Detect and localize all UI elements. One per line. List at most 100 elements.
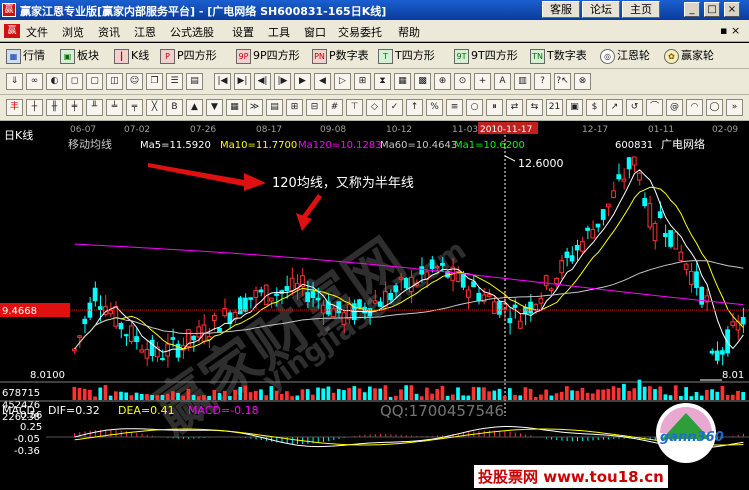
box-icon[interactable]: ▢ <box>86 73 103 90</box>
homepage-button[interactable]: 主页 <box>622 1 660 18</box>
toolbar-p-table-button[interactable]: PN P数字表 <box>312 47 369 65</box>
volume-bar <box>658 386 663 400</box>
menu-settings[interactable]: 设置 <box>232 24 254 40</box>
play-icon[interactable]: ▶ <box>294 73 311 90</box>
increase-icon[interactable]: ▲ <box>186 99 203 116</box>
candle-hollow-icon[interactable]: ╪ <box>66 99 83 116</box>
link-icon[interactable]: ∞ <box>26 73 43 90</box>
forward-icon[interactable]: |▶ <box>274 73 291 90</box>
chevrons-icon[interactable]: ≫ <box>246 99 263 116</box>
customer-service-button[interactable]: 客服 <box>542 1 580 18</box>
forum-button[interactable]: 论坛 <box>582 1 620 18</box>
step-forward-icon[interactable]: ▷ <box>334 73 351 90</box>
zoom-out-icon[interactable]: ⊟ <box>306 99 323 116</box>
toolbar-sector-button[interactable]: ▣ 板块 <box>60 47 99 65</box>
crosshair-icon[interactable]: + <box>474 73 491 90</box>
menu-formula[interactable]: 公式选股 <box>170 24 214 40</box>
weight-icon[interactable]: ⊤ <box>346 99 363 116</box>
fan-icon[interactable]: ⌒ <box>646 99 663 116</box>
dollar-icon[interactable]: $ <box>586 99 603 116</box>
pause-icon[interactable]: ⏸ <box>486 99 503 116</box>
kline-chart[interactable]: 06-07 07-02 07-26 08-17 09-08 10-12 11-03 2010-… <box>0 121 749 490</box>
bar-up-icon[interactable]: 丰 <box>6 99 23 116</box>
book-icon[interactable]: ▥ <box>514 73 531 90</box>
volume-bar <box>606 388 611 400</box>
circle-tool-icon[interactable]: ◯ <box>706 99 723 116</box>
zoom-in-icon[interactable]: ⊞ <box>286 99 303 116</box>
close-icon[interactable]: × <box>724 2 740 17</box>
window-icon[interactable]: ▣ <box>566 99 583 116</box>
arc-icon[interactable]: ◠ <box>686 99 703 116</box>
maximize-icon[interactable]: □ <box>704 2 720 17</box>
square-icon[interactable]: ◻ <box>66 73 83 90</box>
trend-icon[interactable]: ↗ <box>606 99 623 116</box>
mirror-icon[interactable]: ⇆ <box>526 99 543 116</box>
lines-icon[interactable]: ╧ <box>106 99 123 116</box>
grid-lines-icon[interactable]: # <box>326 99 343 116</box>
volume-bar <box>253 390 258 400</box>
help-icon[interactable]: ? <box>534 73 551 90</box>
mark-icon[interactable]: ✓ <box>386 99 403 116</box>
expand-icon[interactable]: ⊞ <box>354 73 371 90</box>
menu-browse[interactable]: 浏览 <box>62 24 84 40</box>
toolbar-kline-button[interactable]: ┃ K线 <box>114 47 149 65</box>
cascade-icon[interactable]: ▤ <box>266 99 283 116</box>
user-icon[interactable]: ☺ <box>126 73 143 90</box>
rewind-icon[interactable]: ◀| <box>254 73 271 90</box>
compare-icon[interactable]: ⇄ <box>506 99 523 116</box>
prev-icon[interactable]: ◀ <box>314 73 331 90</box>
toolbar-winner-wheel-button[interactable]: ✿ 赢家轮 <box>664 47 714 65</box>
menu-gann[interactable]: 江恩 <box>134 24 156 40</box>
kline-svg[interactable]: 06-07 07-02 07-26 08-17 09-08 10-12 11-03 2010-… <box>0 121 749 490</box>
bar-line-icon[interactable]: ┼ <box>26 99 43 116</box>
calendar-icon[interactable]: ▦ <box>394 73 411 90</box>
last-icon[interactable]: ▶| <box>234 73 251 90</box>
copy-icon[interactable]: ❐ <box>146 73 163 90</box>
menu-tools[interactable]: 工具 <box>268 24 290 40</box>
line-chart-icon[interactable]: ╳ <box>146 99 163 116</box>
doc-icon[interactable]: 赢 <box>4 24 20 38</box>
restore-icon[interactable]: ▪ × <box>720 24 740 37</box>
ring-icon[interactable]: ○ <box>466 99 483 116</box>
log-icon[interactable]: ↑ <box>406 99 423 116</box>
toolbar-t-table-button[interactable]: TN T数字表 <box>530 47 587 65</box>
toolbar-quotes-button[interactable]: ▦ 行情 <box>6 47 45 65</box>
chart-grid-icon[interactable]: ▩ <box>414 73 431 90</box>
menu-file[interactable]: 文件 <box>26 24 48 40</box>
view-icon[interactable]: ▤ <box>186 73 203 90</box>
toolbar-t-square-button[interactable]: T T四方形 <box>378 47 435 65</box>
help-pointer-icon[interactable]: ?↖ <box>554 73 571 90</box>
more-icon[interactable]: » <box>726 99 743 116</box>
menu-info[interactable]: 资讯 <box>98 24 120 40</box>
percent-icon[interactable]: % <box>426 99 443 116</box>
candle-icon[interactable]: ╫ <box>46 99 63 116</box>
zoom-icon[interactable]: ⊕ <box>434 73 451 90</box>
timer-icon[interactable]: ⧗ <box>374 73 391 90</box>
dial-icon[interactable]: ◐ <box>46 73 63 90</box>
arrow-down-icon[interactable]: ⇓ <box>6 73 23 90</box>
menu-help[interactable]: 帮助 <box>398 24 420 40</box>
bold-icon[interactable]: B <box>166 99 183 116</box>
toolbar-9t-square-button[interactable]: 9T 9T四方形 <box>454 47 518 65</box>
shape-icon[interactable]: ◇ <box>366 99 383 116</box>
decrease-icon[interactable]: ▼ <box>206 99 223 116</box>
minimize-icon[interactable]: _ <box>684 2 700 17</box>
spiral-icon[interactable]: @ <box>666 99 683 116</box>
toolbar-gann-wheel-button[interactable]: ◎ 江恩轮 <box>600 47 650 65</box>
first-icon[interactable]: |◀ <box>214 73 231 90</box>
ruler-icon[interactable]: ◫ <box>106 73 123 90</box>
stop-icon[interactable]: ⊗ <box>574 73 591 90</box>
target-icon[interactable]: ⊙ <box>454 73 471 90</box>
tower-icon[interactable]: ╤ <box>126 99 143 116</box>
text-tool-icon[interactable]: A <box>494 73 511 90</box>
tile-icon[interactable]: ▦ <box>226 99 243 116</box>
scale-icon[interactable]: ≡ <box>446 99 463 116</box>
list-icon[interactable]: ☰ <box>166 73 183 90</box>
menu-trade[interactable]: 交易委托 <box>338 24 382 40</box>
bars-icon[interactable]: ╨ <box>86 99 103 116</box>
toolbar-p-square-button[interactable]: P P四方形 <box>160 47 217 65</box>
menu-window[interactable]: 窗口 <box>304 24 326 40</box>
reset-icon[interactable]: ↺ <box>626 99 643 116</box>
toolbar-9p-square-button[interactable]: 9P 9P四方形 <box>236 47 300 65</box>
date-icon[interactable]: 21 <box>546 99 563 116</box>
